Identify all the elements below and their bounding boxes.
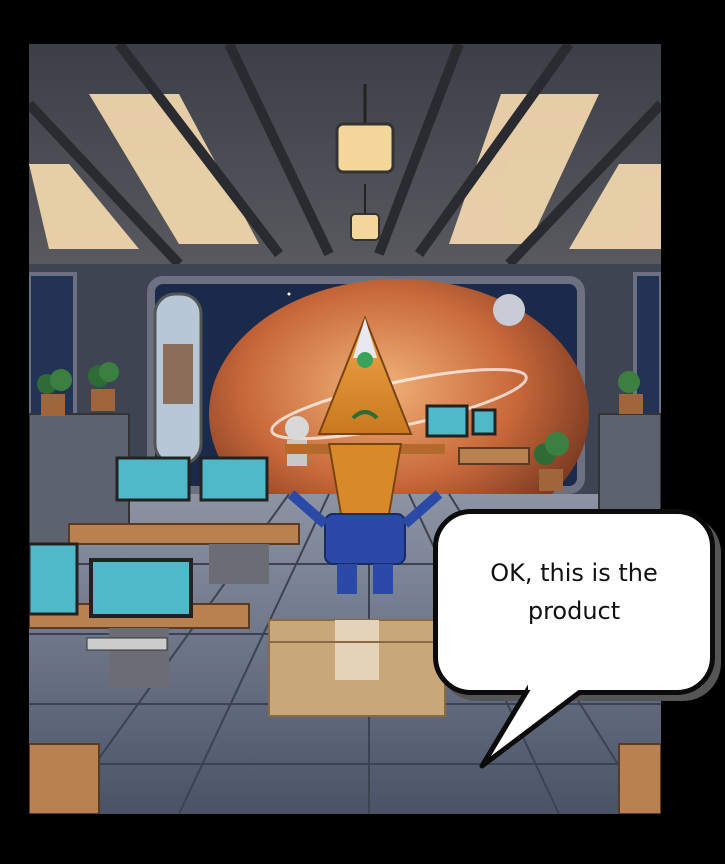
desk-corner-right (618, 743, 661, 814)
desk-right-back (458, 447, 530, 465)
robot-icon (285, 416, 309, 466)
cardboard-box-icon (268, 619, 446, 717)
desk-corner-left (29, 743, 100, 814)
speech-bubble: OK, this is the product (433, 509, 715, 695)
speech-bubble-text: OK, this is the product (490, 559, 658, 625)
lab-tube (153, 292, 203, 466)
speech-bubble-tail (479, 680, 580, 769)
moon (493, 294, 525, 326)
